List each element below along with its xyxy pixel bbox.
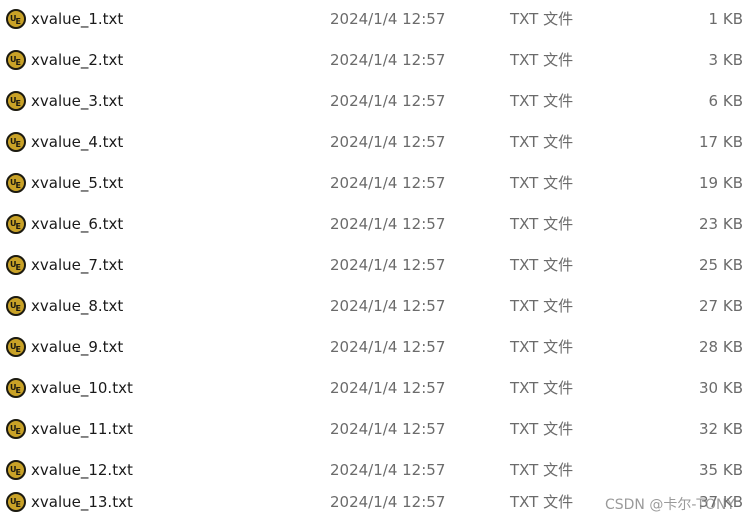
ultraedit-file-icon: UE [6, 378, 26, 398]
file-type: TXT 文件 [510, 215, 574, 233]
file-name: xvalue_6.txt [31, 215, 124, 233]
file-size: 35 KB [699, 461, 743, 479]
file-row[interactable]: UE xvalue_8.txt 2024/1/4 12:57 TXT 文件 27… [0, 287, 749, 328]
file-list: UE xvalue_1.txt 2024/1/4 12:57 TXT 文件 1 … [0, 0, 749, 524]
file-name: xvalue_9.txt [31, 338, 124, 356]
ultraedit-file-icon: UE [6, 296, 26, 316]
file-size: 1 KB [708, 10, 743, 28]
file-name: xvalue_1.txt [31, 10, 124, 28]
ultraedit-file-icon: UE [6, 337, 26, 357]
ultraedit-file-icon: UE [6, 419, 26, 439]
file-size: 28 KB [699, 338, 743, 356]
file-row[interactable]: UE xvalue_4.txt 2024/1/4 12:57 TXT 文件 17… [0, 123, 749, 164]
file-modified-date: 2024/1/4 12:57 [330, 493, 446, 511]
file-type: TXT 文件 [510, 420, 574, 438]
file-name: xvalue_7.txt [31, 256, 124, 274]
file-type: TXT 文件 [510, 133, 574, 151]
svg-text:E: E [16, 500, 21, 509]
csdn-watermark: CSDN @卡尔-TONY [604, 497, 735, 513]
file-type: TXT 文件 [510, 51, 574, 69]
file-name: xvalue_8.txt [31, 297, 124, 315]
file-modified-date: 2024/1/4 12:57 [330, 338, 446, 356]
ultraedit-file-icon: UE [6, 492, 26, 512]
file-type: TXT 文件 [510, 461, 574, 479]
svg-text:E: E [16, 386, 21, 395]
file-row[interactable]: UE xvalue_10.txt 2024/1/4 12:57 TXT 文件 3… [0, 369, 749, 410]
file-row[interactable]: UE xvalue_11.txt 2024/1/4 12:57 TXT 文件 3… [0, 410, 749, 451]
ultraedit-file-icon: UE [6, 50, 26, 70]
file-row[interactable]: UE xvalue_2.txt 2024/1/4 12:57 TXT 文件 3 … [0, 41, 749, 82]
svg-text:E: E [16, 17, 21, 26]
file-row[interactable]: UE xvalue_5.txt 2024/1/4 12:57 TXT 文件 19… [0, 164, 749, 205]
file-modified-date: 2024/1/4 12:57 [330, 256, 446, 274]
file-type: TXT 文件 [510, 10, 574, 28]
file-type: TXT 文件 [510, 338, 574, 356]
svg-text:E: E [16, 345, 21, 354]
file-size: 3 KB [708, 51, 743, 69]
file-modified-date: 2024/1/4 12:57 [330, 174, 446, 192]
file-row[interactable]: UE xvalue_3.txt 2024/1/4 12:57 TXT 文件 6 … [0, 82, 749, 123]
file-name: xvalue_10.txt [31, 379, 133, 397]
svg-text:E: E [16, 304, 21, 313]
file-name: xvalue_11.txt [31, 420, 133, 438]
file-name: xvalue_13.txt [31, 493, 133, 511]
file-modified-date: 2024/1/4 12:57 [330, 92, 446, 110]
file-size: 23 KB [699, 215, 743, 233]
file-type: TXT 文件 [510, 174, 574, 192]
file-modified-date: 2024/1/4 12:57 [330, 215, 446, 233]
ultraedit-file-icon: UE [6, 132, 26, 152]
file-name: xvalue_12.txt [31, 461, 133, 479]
file-modified-date: 2024/1/4 12:57 [330, 10, 446, 28]
ultraedit-file-icon: UE [6, 91, 26, 111]
svg-text:E: E [16, 58, 21, 67]
file-type: TXT 文件 [510, 493, 574, 511]
file-name: xvalue_3.txt [31, 92, 124, 110]
ultraedit-file-icon: UE [6, 9, 26, 29]
svg-text:E: E [16, 263, 21, 272]
file-type: TXT 文件 [510, 379, 574, 397]
file-row[interactable]: UE xvalue_7.txt 2024/1/4 12:57 TXT 文件 25… [0, 246, 749, 287]
ultraedit-file-icon: UE [6, 460, 26, 480]
file-modified-date: 2024/1/4 12:57 [330, 379, 446, 397]
file-row[interactable]: UE xvalue_1.txt 2024/1/4 12:57 TXT 文件 1 … [0, 0, 749, 41]
ultraedit-file-icon: UE [6, 255, 26, 275]
svg-text:E: E [16, 468, 21, 477]
svg-text:E: E [16, 99, 21, 108]
file-size: 30 KB [699, 379, 743, 397]
svg-text:E: E [16, 181, 21, 190]
svg-text:E: E [16, 140, 21, 149]
file-modified-date: 2024/1/4 12:57 [330, 420, 446, 438]
file-size: 32 KB [699, 420, 743, 438]
file-row[interactable]: UE xvalue_6.txt 2024/1/4 12:57 TXT 文件 23… [0, 205, 749, 246]
file-size: 19 KB [699, 174, 743, 192]
file-row[interactable]: UE xvalue_9.txt 2024/1/4 12:57 TXT 文件 28… [0, 328, 749, 369]
file-name: xvalue_4.txt [31, 133, 124, 151]
file-modified-date: 2024/1/4 12:57 [330, 461, 446, 479]
file-size: 27 KB [699, 297, 743, 315]
file-modified-date: 2024/1/4 12:57 [330, 51, 446, 69]
file-type: TXT 文件 [510, 297, 574, 315]
file-size: 6 KB [708, 92, 743, 110]
ultraedit-file-icon: UE [6, 214, 26, 234]
file-size: 25 KB [699, 256, 743, 274]
ultraedit-file-icon: UE [6, 173, 26, 193]
file-modified-date: 2024/1/4 12:57 [330, 133, 446, 151]
file-type: TXT 文件 [510, 256, 574, 274]
file-type: TXT 文件 [510, 92, 574, 110]
file-name: xvalue_5.txt [31, 174, 124, 192]
svg-text:E: E [16, 222, 21, 231]
file-name: xvalue_2.txt [31, 51, 124, 69]
svg-text:E: E [16, 427, 21, 436]
file-size: 17 KB [699, 133, 743, 151]
file-modified-date: 2024/1/4 12:57 [330, 297, 446, 315]
